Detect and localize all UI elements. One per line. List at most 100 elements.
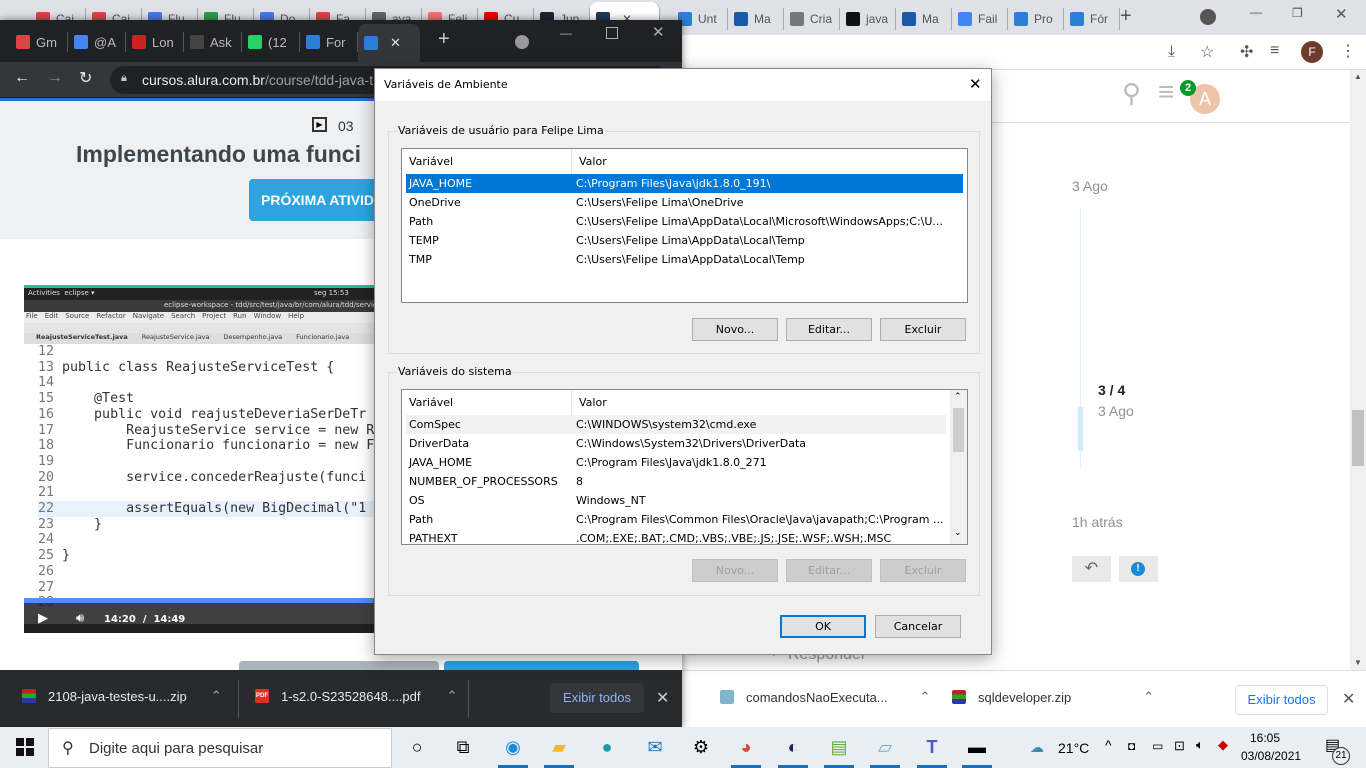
browser-tab[interactable]: Cria <box>784 8 840 30</box>
task-view-icon[interactable]: ⧉ <box>450 735 476 759</box>
browser-tab[interactable]: Pro <box>1008 8 1064 30</box>
weather-temperature[interactable]: 21°C <box>1058 740 1089 756</box>
variable-row[interactable]: PATHEXT .COM;.EXE;.BAT;.CMD;.VBS;.VBE;.JS… <box>406 529 946 544</box>
hamburger-menu-icon[interactable]: ≡ <box>1158 76 1174 108</box>
settings-icon[interactable]: ⚙ <box>688 735 714 759</box>
new-tab-button[interactable]: + <box>1120 5 1132 28</box>
browser-tab[interactable]: Fail <box>952 8 1008 30</box>
tab-search-icon[interactable] <box>1200 9 1216 25</box>
flag-button[interactable]: ! <box>1119 556 1158 582</box>
show-all-downloads-button[interactable]: Exibir todos <box>550 683 644 713</box>
clock-date[interactable]: 03/08/2021 <box>1241 749 1301 763</box>
clock-time[interactable]: 16:05 <box>1250 731 1280 745</box>
user-variables-list[interactable]: Variável Valor JAVA_HOME C:\Program Files… <box>401 148 968 303</box>
tab-search-icon[interactable] <box>515 35 529 49</box>
user-new-button[interactable]: Novo... <box>692 318 778 341</box>
chevron-up-icon[interactable]: ⌃ <box>920 689 931 705</box>
cortana-icon[interactable]: ○ <box>404 735 430 759</box>
close-window-button[interactable]: ✕ <box>652 23 665 41</box>
variable-row[interactable]: Path C:\Program Files\Common Files\Oracle… <box>406 510 946 529</box>
tab-close-icon[interactable]: ✕ <box>390 35 401 51</box>
column-header-variable[interactable]: Variável <box>402 390 572 415</box>
variable-row[interactable]: JAVA_HOME C:\Program Files\Java\jdk1.8.0_… <box>406 174 963 193</box>
minimize-button[interactable]: — <box>1250 5 1262 19</box>
system-new-button[interactable]: Novo... <box>692 559 778 582</box>
close-download-shelf-button[interactable]: ✕ <box>1342 689 1355 709</box>
reload-icon[interactable]: ↻ <box>79 68 92 88</box>
system-delete-button[interactable]: Excluir <box>880 559 966 582</box>
play-icon[interactable]: ▶ <box>38 611 48 626</box>
chevron-up-icon[interactable]: ⌃ <box>1143 689 1154 705</box>
tray-chevron-up-icon[interactable]: ^ <box>1105 737 1112 753</box>
scrollbar-thumb[interactable] <box>1352 410 1364 466</box>
file-explorer-icon[interactable]: ▰ <box>546 735 572 759</box>
edge-icon[interactable]: ◉ <box>500 735 526 759</box>
volume-icon[interactable]: 🔊︎ <box>76 611 84 626</box>
column-header-value[interactable]: Valor <box>572 149 607 174</box>
network-icon[interactable]: ⊡ <box>1174 738 1185 754</box>
download-item[interactable]: PDF 1-s2.0-S23528648....pdf ⌃ <box>255 688 457 704</box>
ok-button[interactable]: OK <box>780 615 866 638</box>
profile-avatar[interactable]: F <box>1301 41 1323 63</box>
variable-row[interactable]: Path C:\Users\Felipe Lima\AppData\Local\M… <box>406 212 963 231</box>
restore-button[interactable]: ❐ <box>1292 6 1303 20</box>
next-button[interactable] <box>444 661 639 670</box>
browser-tab[interactable]: For <box>300 32 358 52</box>
install-icon[interactable]: ⤓ <box>1168 43 1175 61</box>
variable-row[interactable]: NUMBER_OF_PROCESSORS 8 <box>406 472 946 491</box>
variable-row[interactable]: ComSpec C:\WINDOWS\system32\cmd.exe <box>406 415 946 434</box>
variable-row[interactable]: TMP C:\Users\Felipe Lima\AppData\Local\Te… <box>406 250 963 269</box>
bookmark-star-icon[interactable]: ☆ <box>1200 42 1214 62</box>
browser-tab[interactable]: Lon <box>126 32 184 52</box>
variable-row[interactable]: OneDrive C:\Users\Felipe Lima\OneDrive <box>406 193 963 212</box>
close-download-shelf-button[interactable]: ✕ <box>656 688 669 708</box>
windows-start-icon[interactable] <box>16 738 34 756</box>
browser-tab[interactable]: Ma <box>896 8 952 30</box>
media-control-icon[interactable]: ≡ <box>1270 42 1279 60</box>
timeline-handle[interactable] <box>1078 407 1083 451</box>
camera-icon[interactable]: ◘ <box>1128 739 1135 753</box>
maximize-button[interactable] <box>606 27 618 39</box>
variable-row[interactable]: DriverData C:\Windows\System32\Drivers\Dr… <box>406 434 946 453</box>
browser-tab[interactable]: Fór <box>1064 8 1120 30</box>
minimize-button[interactable]: — <box>560 26 572 40</box>
extensions-icon[interactable]: ✣ <box>1240 42 1253 62</box>
chevron-up-icon[interactable]: ⌃ <box>211 688 222 704</box>
teams-icon[interactable]: T <box>919 735 945 759</box>
column-header-value[interactable]: Valor <box>572 390 607 415</box>
chevron-up-icon[interactable]: ⌃ <box>447 688 458 704</box>
browser-tab[interactable]: @A <box>68 32 126 52</box>
browser-tab[interactable]: Ma <box>728 8 784 30</box>
eclipse-icon[interactable]: ◐ <box>780 735 806 759</box>
command-prompt-icon[interactable]: ▬ <box>964 735 990 759</box>
taskbar-search-box[interactable]: ⚲ Digite aqui para pesquisar <box>48 728 392 768</box>
user-edit-button[interactable]: Editar... <box>786 318 872 341</box>
browser-tab[interactable]: Ask <box>184 32 242 52</box>
show-all-downloads-button[interactable]: Exibir todos <box>1235 685 1328 715</box>
weather-icon[interactable]: ☁ <box>1030 739 1044 756</box>
battery-icon[interactable]: ▭ <box>1152 739 1163 753</box>
download-item[interactable]: comandosNaoExecuta... ⌃ <box>720 689 931 705</box>
chrome-icon[interactable]: ◕ <box>733 735 759 759</box>
variable-row[interactable]: JAVA_HOME C:\Program Files\Java\jdk1.8.0_… <box>406 453 946 472</box>
scroll-down-icon[interactable]: ⌄ <box>954 528 962 538</box>
page-scrollbar[interactable]: ▲ ▼ <box>1350 70 1366 670</box>
dialog-close-button[interactable]: ✕ <box>969 75 982 93</box>
search-icon[interactable]: ⚲ <box>1122 78 1141 109</box>
system-variables-list[interactable]: Variável Valor ComSpec C:\WINDOWS\system3… <box>401 389 968 545</box>
video-player[interactable]: Activities eclipse ▾ seg 15:53 eclipse-w… <box>24 285 384 633</box>
reply-button[interactable]: ↶ <box>1072 556 1111 582</box>
download-item[interactable]: 2108-java-testes-u....zip ⌃ <box>22 688 222 704</box>
previous-button[interactable] <box>239 661 439 670</box>
alert-app-icon[interactable]: ◆ <box>1218 737 1228 753</box>
download-item[interactable]: sqldeveloper.zip ⌃ <box>952 689 1154 705</box>
scrollbar-thumb[interactable] <box>953 408 964 452</box>
notepad-plus-plus-icon[interactable]: ▤ <box>826 735 852 759</box>
user-delete-button[interactable]: Excluir <box>880 318 966 341</box>
variable-row[interactable]: TEMP C:\Users\Felipe Lima\AppData\Local\T… <box>406 231 963 250</box>
mail-icon[interactable]: ✉ <box>642 735 668 759</box>
app-q-icon[interactable]: ● <box>594 735 620 759</box>
close-window-button[interactable]: ✕ <box>1335 5 1348 23</box>
browser-tab[interactable]: Gm <box>10 32 68 52</box>
browser-tab[interactable]: ✕ <box>358 24 420 62</box>
